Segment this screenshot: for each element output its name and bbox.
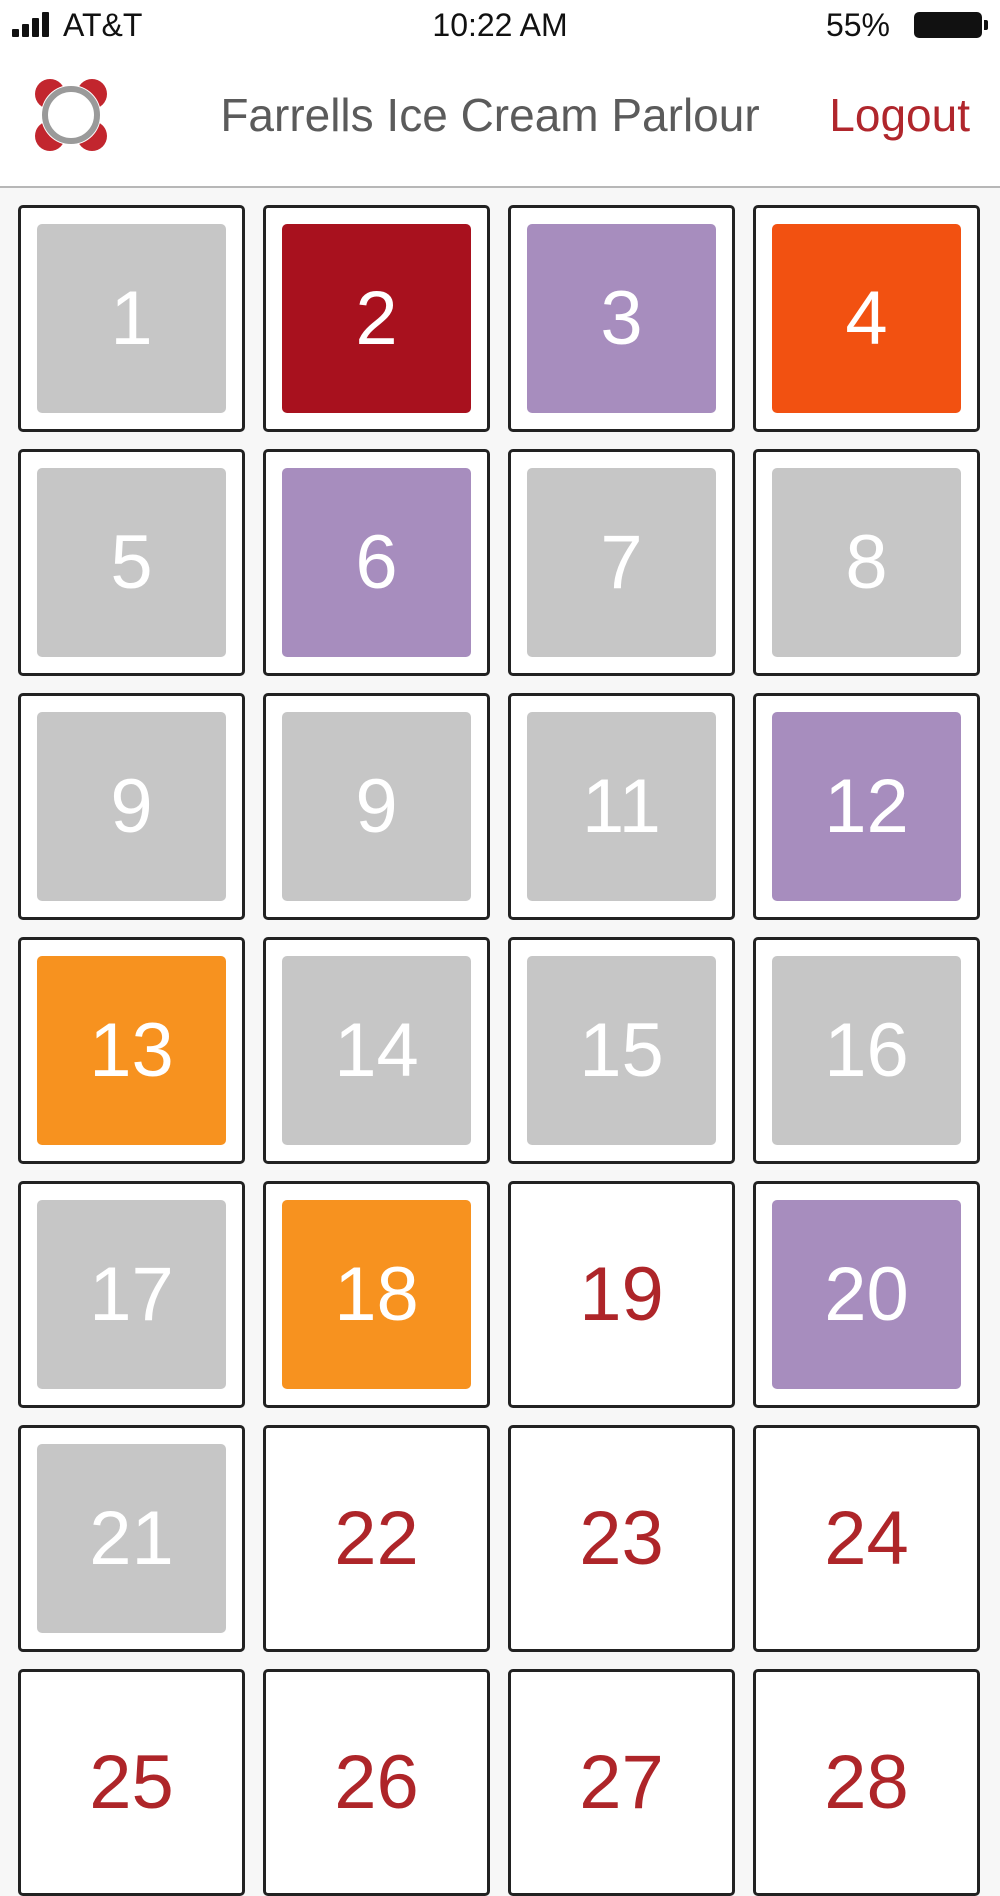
tile-number: 11 <box>527 712 716 901</box>
battery-percent: 55% <box>825 7 890 43</box>
tile[interactable]: 13 <box>18 937 245 1164</box>
tile[interactable]: 12 <box>753 693 980 920</box>
tile-number: 15 <box>527 956 716 1145</box>
tile-number: 18 <box>282 1200 471 1389</box>
tile[interactable]: 15 <box>508 937 735 1164</box>
tile-number: 20 <box>772 1200 961 1389</box>
tile-number: 14 <box>282 956 471 1145</box>
page-title: Farrells Ice Cream Parlour <box>220 89 760 141</box>
tile[interactable]: 21 <box>18 1425 245 1652</box>
tile[interactable]: 7 <box>508 449 735 676</box>
tile-number: 3 <box>527 224 716 413</box>
tile-number: 24 <box>824 1495 909 1581</box>
tile[interactable]: 23 <box>508 1425 735 1652</box>
tile[interactable]: 4 <box>753 205 980 432</box>
tile[interactable]: 1 <box>18 205 245 432</box>
tile[interactable]: 6 <box>263 449 490 676</box>
tile-number: 4 <box>772 224 961 413</box>
tile[interactable]: 25 <box>18 1669 245 1896</box>
tile-number: 8 <box>772 468 961 657</box>
tile[interactable]: 19 <box>508 1181 735 1408</box>
tile-number: 9 <box>282 712 471 901</box>
ring-logo-icon[interactable] <box>30 74 112 156</box>
tile-number: 16 <box>772 956 961 1145</box>
tile[interactable]: 9 <box>263 693 490 920</box>
tile-number: 19 <box>579 1251 664 1337</box>
tile[interactable]: 18 <box>263 1181 490 1408</box>
battery-icon <box>914 12 988 38</box>
tile[interactable]: 17 <box>18 1181 245 1408</box>
tile-number: 5 <box>37 468 226 657</box>
tile-grid: 1 2 3 4 5 6 7 8 9 9 11 12 13 14 15 16 17 18 19 20 21 22 23 24 25… <box>18 205 982 1896</box>
tile-number: 9 <box>37 712 226 901</box>
tile[interactable]: 22 <box>263 1425 490 1652</box>
tile-number: 6 <box>282 468 471 657</box>
tile[interactable]: 28 <box>753 1669 980 1896</box>
status-bar: AT&T 10:22 AM 55% <box>0 0 1000 50</box>
tile[interactable]: 16 <box>753 937 980 1164</box>
tile-number: 7 <box>527 468 716 657</box>
tile-number: 2 <box>282 224 471 413</box>
app-header: Farrells Ice Cream Parlour Logout <box>0 50 1000 188</box>
logout-button[interactable]: Logout <box>829 87 970 143</box>
tile-number: 13 <box>37 956 226 1145</box>
tile[interactable]: 20 <box>753 1181 980 1408</box>
tile[interactable]: 3 <box>508 205 735 432</box>
tile-number: 26 <box>334 1739 419 1825</box>
tile[interactable]: 2 <box>263 205 490 432</box>
tile-number: 28 <box>824 1739 909 1825</box>
tile[interactable]: 24 <box>753 1425 980 1652</box>
tile-number: 25 <box>89 1739 174 1825</box>
tile[interactable]: 11 <box>508 693 735 920</box>
tile[interactable]: 5 <box>18 449 245 676</box>
tile[interactable]: 9 <box>18 693 245 920</box>
tile-number: 1 <box>37 224 226 413</box>
tile-number: 21 <box>37 1444 226 1633</box>
tile[interactable]: 26 <box>263 1669 490 1896</box>
tile[interactable]: 8 <box>753 449 980 676</box>
tile-number: 12 <box>772 712 961 901</box>
tile-number: 22 <box>334 1495 419 1581</box>
tile-number: 17 <box>37 1200 226 1389</box>
tile-number: 27 <box>579 1739 664 1825</box>
tile[interactable]: 27 <box>508 1669 735 1896</box>
tile[interactable]: 14 <box>263 937 490 1164</box>
tile-number: 23 <box>579 1495 664 1581</box>
